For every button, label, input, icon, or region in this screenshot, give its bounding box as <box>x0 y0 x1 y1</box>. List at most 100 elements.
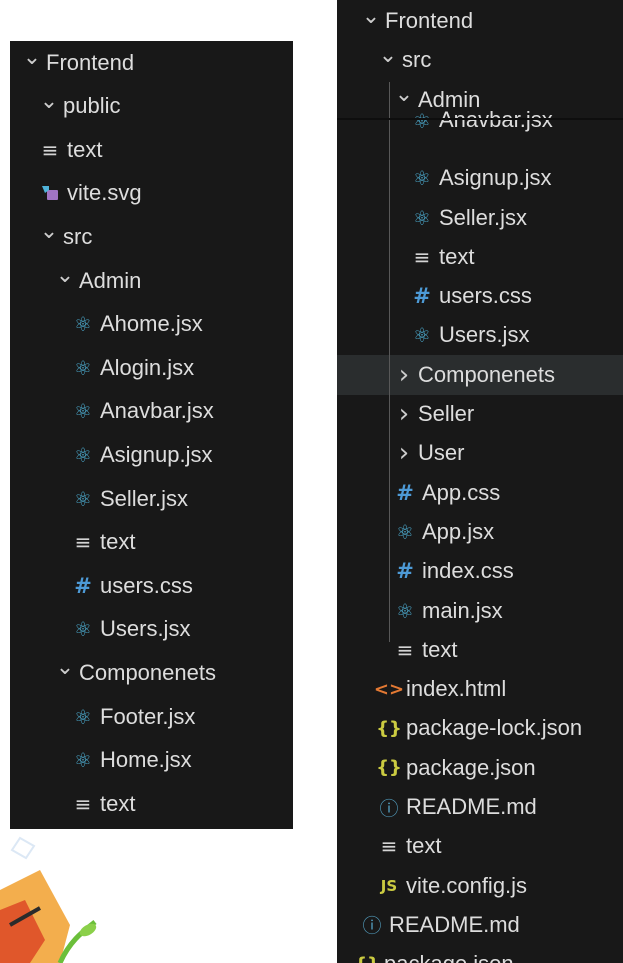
text-lines-icon: ≡ <box>41 137 59 162</box>
tree-item-app-jsx[interactable]: ⚛ App.jsx <box>337 512 623 552</box>
react-icon: ⚛ <box>74 748 92 773</box>
tree-item-readme-md[interactable]: ⓘ README.md <box>337 787 623 827</box>
tree-item-text[interactable]: ≡ text <box>10 128 293 171</box>
json-braces-icon: {} <box>376 717 402 739</box>
tree-item-users-jsx[interactable]: ⚛ Users.jsx <box>337 315 623 355</box>
tree-item-main-jsx[interactable]: ⚛ main.jsx <box>337 591 623 631</box>
tree-item-public[interactable]: ⌄ public <box>10 85 293 128</box>
tree-item-index-html[interactable]: <> index.html <box>337 669 623 709</box>
tree-item-componenets[interactable]: › Componenets <box>337 354 623 395</box>
tree-item-label: text <box>67 136 103 162</box>
tree-item-seller-jsx[interactable]: ⚛ Seller.jsx <box>10 477 293 520</box>
tree-item-text[interactable]: ≡ text <box>10 521 293 564</box>
tree-item-text[interactable]: ≡ text <box>10 782 293 825</box>
svg-file-icon <box>39 184 61 202</box>
tree-item-componenets[interactable]: ⌄ Componenets <box>10 651 293 694</box>
tree-item-label: Users.jsx <box>100 616 191 642</box>
tree-item-label: main.jsx <box>422 597 503 623</box>
hash-icon: # <box>396 559 414 584</box>
tree-item-vite-config-js[interactable]: JS vite.config.js <box>337 866 623 906</box>
info-circle-icon: ⓘ <box>379 797 399 820</box>
tree-item-seller[interactable]: › Seller <box>337 394 623 434</box>
tree-item-label: Asignup.jsx <box>100 441 213 467</box>
tree-item-frontend[interactable]: ⌄ Frontend <box>337 1 623 41</box>
tree-item-users-jsx[interactable]: ⚛ Users.jsx <box>10 608 293 651</box>
tree-item-label: text <box>439 243 475 269</box>
tree-item-label: src <box>63 223 93 249</box>
react-icon: ⚛ <box>74 442 92 467</box>
tree-item-frontend[interactable]: ⌄ Frontend <box>10 41 293 84</box>
tree-item-src[interactable]: ⌄ src <box>337 40 623 80</box>
react-icon: ⚛ <box>413 205 431 230</box>
react-icon: ⚛ <box>74 399 92 424</box>
tree-item-asignup-jsx[interactable]: ⚛ Asignup.jsx <box>337 158 623 198</box>
tree-item-label: Users.jsx <box>439 322 530 348</box>
html-code-icon: <> <box>373 678 405 700</box>
react-icon: ⚛ <box>413 166 431 191</box>
tree-item-vite-svg[interactable]: vite.svg <box>10 172 293 215</box>
tree-item-label: Home.jsx <box>100 747 192 773</box>
tree-item-package-json[interactable]: {}package.json <box>337 944 623 963</box>
tree-item-home-jsx[interactable]: ⚛ Home.jsx <box>10 739 293 782</box>
indent-guide <box>389 82 390 642</box>
tree-item-package-json[interactable]: {}package.json <box>337 748 623 788</box>
tree-item-text[interactable]: ≡ text <box>337 630 623 670</box>
tree-item-label: App.css <box>422 479 501 505</box>
tree-item-users-css[interactable]: # users.css <box>337 276 623 316</box>
info-circle-icon: ⓘ <box>362 915 382 938</box>
tree-item-index-css[interactable]: # index.css <box>337 551 623 591</box>
tree-item-asignup-jsx[interactable]: ⚛ Asignup.jsx <box>10 433 293 476</box>
text-lines-icon: ≡ <box>413 244 431 269</box>
chevron-down-icon: ⌄ <box>39 219 59 245</box>
tree-item-admin[interactable]: ⌄ Admin <box>10 259 293 302</box>
tree-item-label: Componenets <box>418 361 555 387</box>
tree-item-label: public <box>63 93 121 119</box>
tree-item-label: Seller.jsx <box>100 485 189 511</box>
tree-item-label: package-lock.json <box>406 715 583 741</box>
text-lines-icon: ≡ <box>396 637 414 662</box>
tree-item-ahome-jsx[interactable]: ⚛ Ahome.jsx <box>10 303 293 346</box>
tree-item-label: README.md <box>406 794 537 819</box>
react-icon: ⚛ <box>396 598 414 623</box>
chevron-right-icon: › <box>398 438 410 469</box>
tree-item-src[interactable]: ⌄ src <box>10 215 293 258</box>
chevron-down-icon: ⌄ <box>39 88 59 114</box>
react-icon: ⚛ <box>74 704 92 729</box>
tree-item-label: Seller.jsx <box>439 204 528 230</box>
hash-icon: # <box>74 573 92 598</box>
react-icon: ⚛ <box>413 323 431 348</box>
react-icon: ⚛ <box>74 617 92 642</box>
tree-item-label: Alogin.jsx <box>100 354 195 380</box>
react-icon: ⚛ <box>74 355 92 380</box>
tree-item-label: Componenets <box>79 659 216 685</box>
tree-item-label: text <box>100 529 136 555</box>
tree-item-seller-jsx[interactable]: ⚛ Seller.jsx <box>337 198 623 238</box>
tree-item-footer-jsx[interactable]: ⚛ Footer.jsx <box>10 695 293 738</box>
tree-item-label: README.md <box>389 911 520 937</box>
json-braces-icon: {} <box>376 757 402 779</box>
tree-item-app-css[interactable]: # App.css <box>337 473 623 513</box>
tree-item-label: Admin <box>79 267 142 293</box>
tree-item-label: User <box>418 440 465 466</box>
tree-item-user[interactable]: › User <box>337 433 623 473</box>
chevron-down-icon: ⌄ <box>22 45 42 70</box>
tree-item-package-lock-json[interactable]: {} package-lock.json <box>337 708 623 748</box>
chevron-right-icon: › <box>398 399 410 429</box>
tree-item-label: Seller <box>418 401 475 426</box>
tree-item-label: package.json <box>406 754 536 780</box>
tree-item-users-css[interactable]: # users.css <box>10 564 293 607</box>
tree-item-alogin-jsx[interactable]: ⚛ Alogin.jsx <box>10 346 293 389</box>
tree-item-label: Frontend <box>46 49 135 75</box>
tree-item-text[interactable]: ≡ text <box>337 237 623 277</box>
tree-item-label: index.css <box>422 558 514 584</box>
tree-item-label: users.css <box>100 572 193 598</box>
react-icon: ⚛ <box>74 486 92 511</box>
tree-item-readme-md[interactable]: ⓘ README.md <box>337 905 623 945</box>
tree-item-label: Footer.jsx <box>100 703 196 729</box>
json-braces-icon: {} <box>354 954 380 963</box>
tree-item-label: Anavbar.jsx <box>100 398 214 424</box>
chevron-down-icon: ⌄ <box>55 655 75 681</box>
tree-item-text[interactable]: ≡ text <box>337 826 623 866</box>
react-icon: ⚛ <box>413 108 431 133</box>
tree-item-anavbar-jsx[interactable]: ⚛ Anavbar.jsx <box>10 390 293 433</box>
